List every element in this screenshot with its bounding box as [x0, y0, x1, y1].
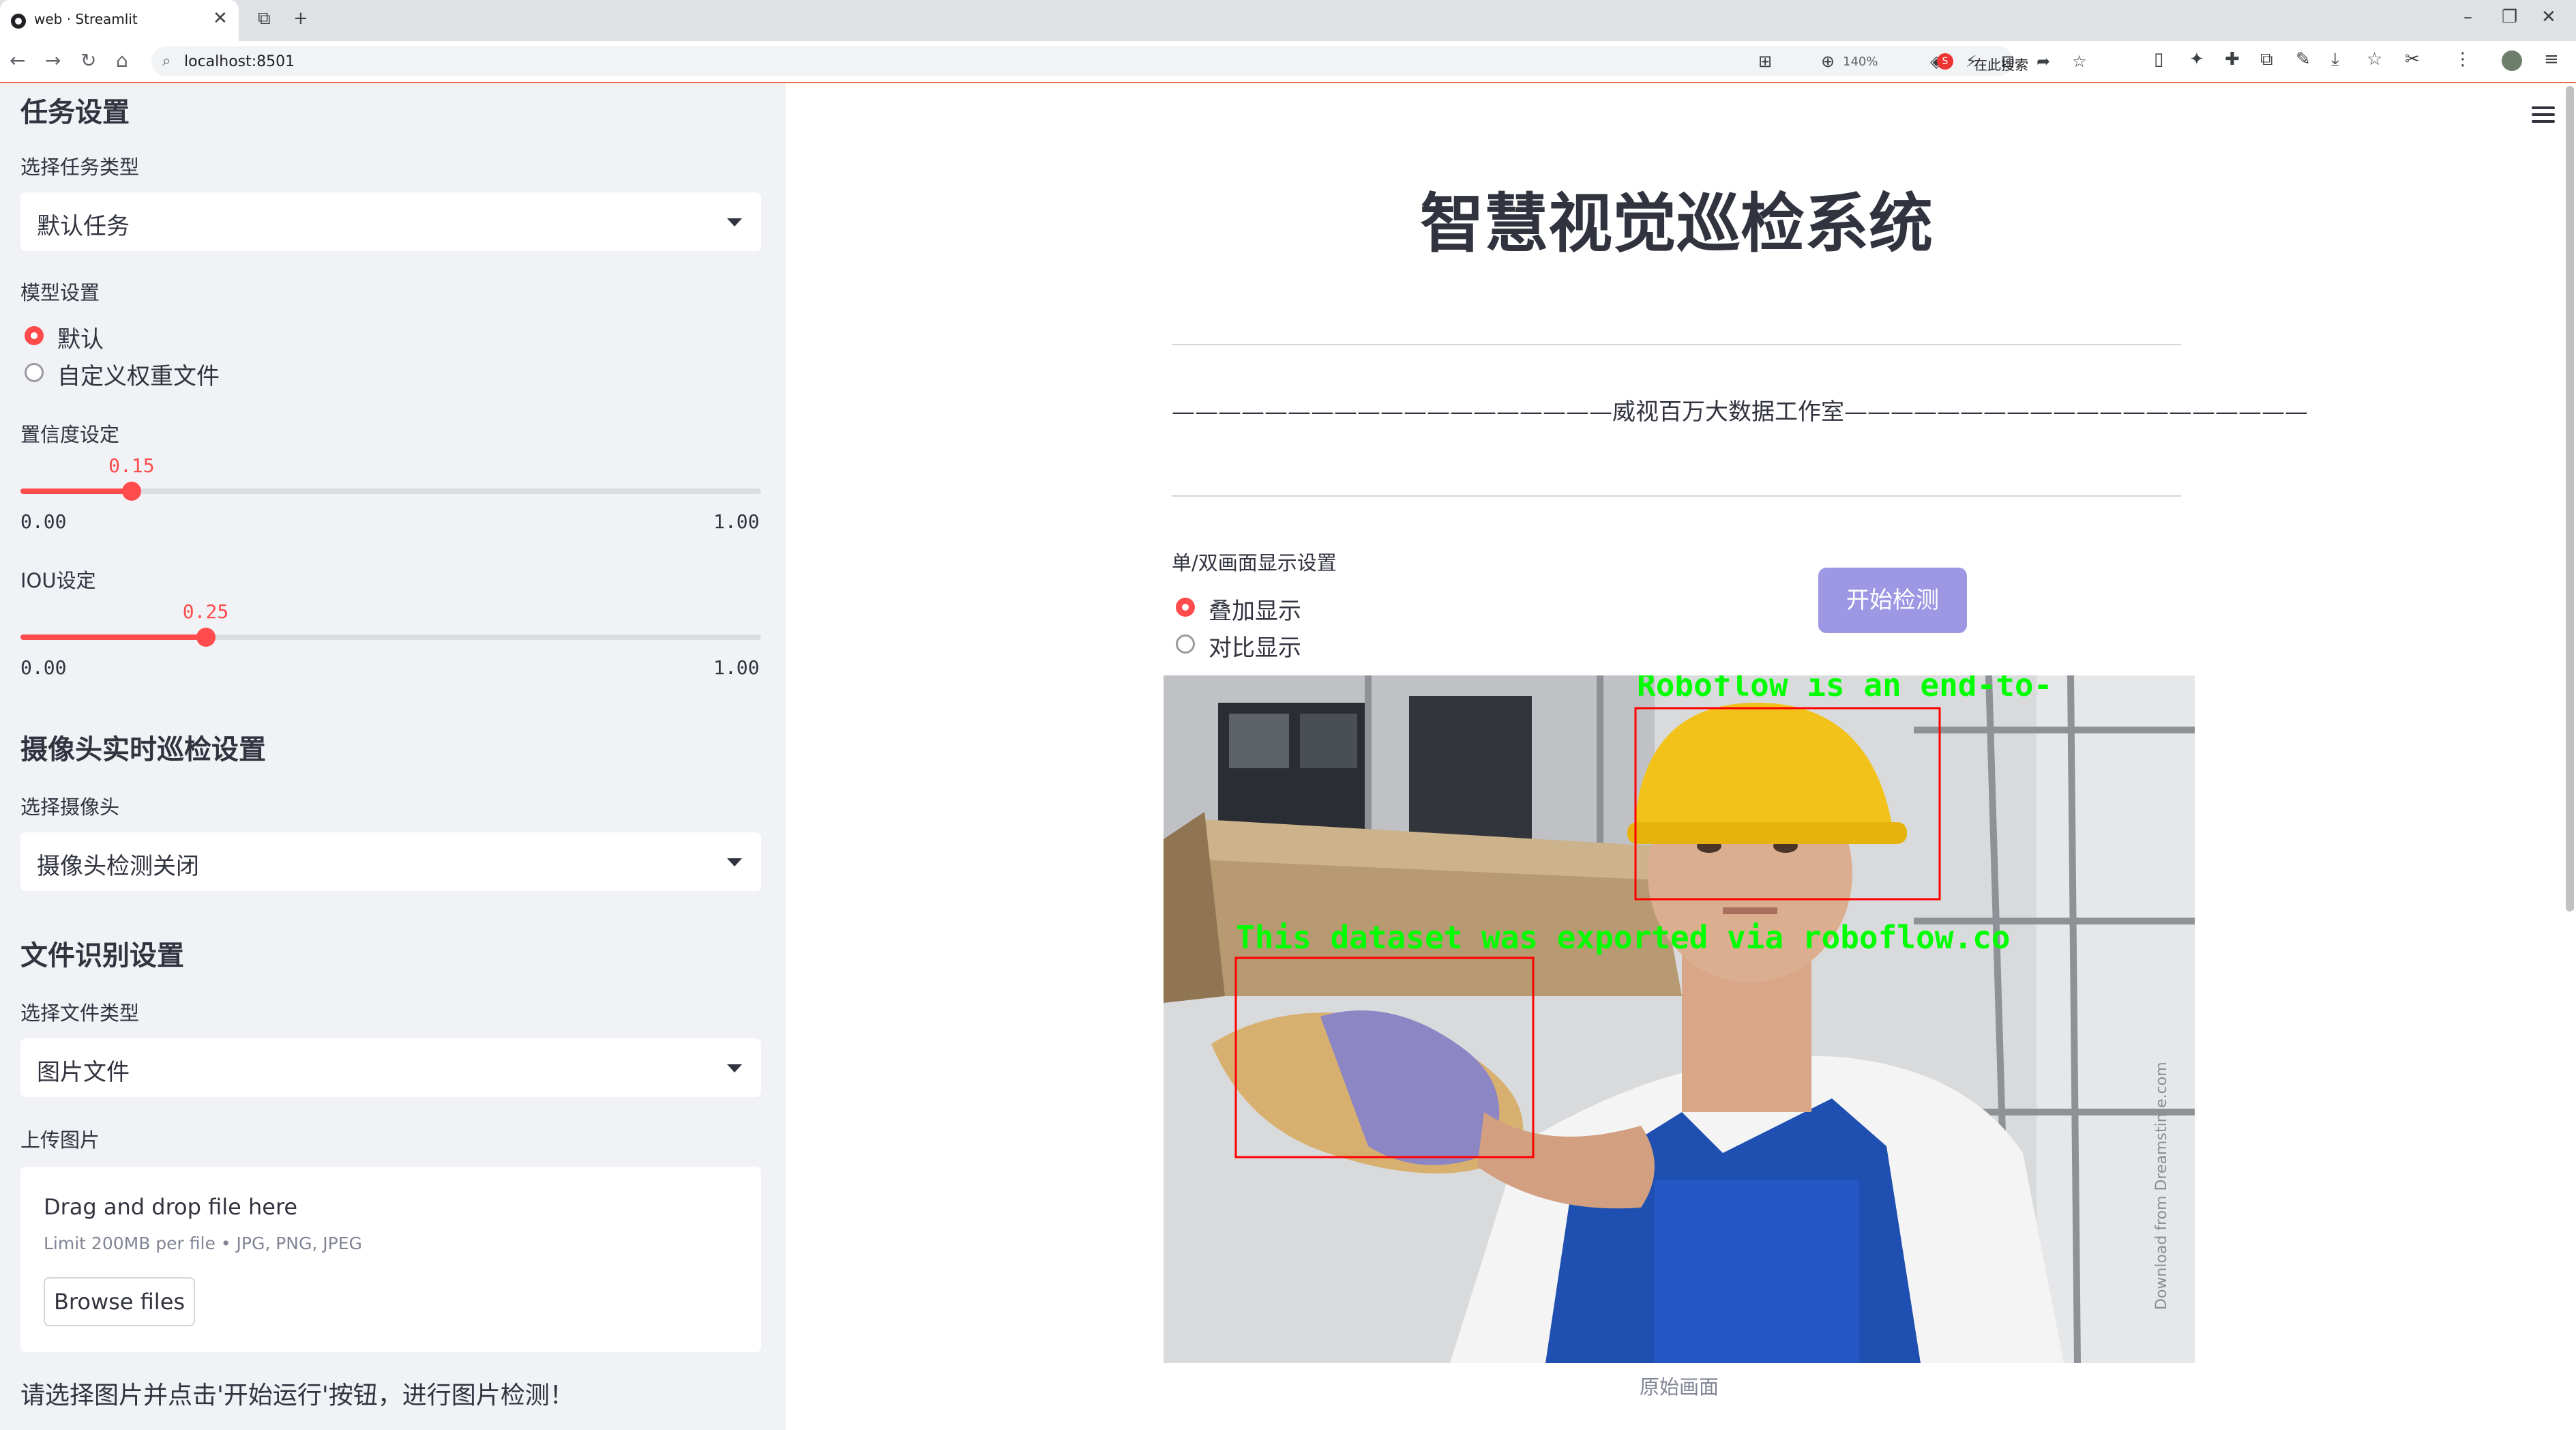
scrollbar[interactable] [2566, 86, 2574, 911]
detection-image: Roboflow is an end-to- This dataset was … [1164, 675, 2195, 1363]
file-type-select[interactable]: 图片文件 [20, 1038, 761, 1097]
translate-ext-icon[interactable]: ⧉ [2260, 49, 2273, 70]
iou-value: 0.25 [182, 600, 229, 623]
iou-slider-thumb[interactable] [196, 628, 216, 647]
file-settings-header: 文件识别设置 [20, 940, 184, 972]
side-watermark: Download from Dreamstime.com [2153, 1062, 2170, 1310]
radio-label-overlay[interactable]: 叠加显示 [1209, 592, 1301, 626]
confidence-slider[interactable] [20, 482, 761, 501]
divider-bottom [1172, 495, 2181, 497]
camera-value: 摄像头检测关闭 [37, 853, 199, 880]
iou-slider-fill [20, 634, 206, 640]
iou-label: IOU设定 [20, 569, 96, 592]
confidence-label: 置信度设定 [20, 423, 120, 446]
camera-label: 选择摄像头 [20, 796, 120, 819]
reload-icon[interactable]: ↻ [80, 49, 96, 72]
tab-title: web · Streamlit [34, 11, 138, 27]
chevron-down-icon [727, 1064, 742, 1072]
browser-menu-icon[interactable]: ≡ [2544, 49, 2559, 70]
radio-model-default[interactable] [25, 326, 44, 345]
confidence-value: 0.15 [108, 454, 155, 477]
reader-icon[interactable]: ▯ [2154, 49, 2163, 70]
radio-label-custom[interactable]: 自定义权重文件 [57, 358, 220, 391]
download-icon[interactable]: ⤓ [2331, 49, 2339, 70]
confidence-slider-thumb[interactable] [121, 482, 141, 501]
search-engine-icon: S [1937, 53, 1953, 70]
display-mode-label: 单/双画面显示设置 [1172, 551, 1337, 574]
drop-title: Drag and drop file here [44, 1194, 298, 1220]
file-type-label: 选择文件类型 [20, 1002, 140, 1025]
search-engine-box[interactable]: S 在此搜索 [1937, 46, 2101, 76]
tab-groups-icon[interactable]: ⧉ [258, 8, 271, 29]
divider-top [1172, 344, 2181, 345]
capture-icon[interactable]: ✎ [2296, 49, 2311, 70]
start-detection-button[interactable]: 开始检测 [1818, 568, 1967, 633]
extension-puzzle-icon[interactable]: ✚ [2225, 49, 2240, 70]
restore-icon[interactable]: ❐ [2502, 7, 2517, 27]
camera-select[interactable]: 摄像头检测关闭 [20, 832, 761, 891]
translate-icon[interactable]: ⊞ [1758, 52, 1772, 71]
radio-overlay-display[interactable] [1176, 598, 1195, 617]
browser-tabbar: web · Streamlit ✕ ⧉ + – ❐ ✕ [0, 0, 2576, 41]
minimize-icon[interactable]: – [2463, 7, 2472, 27]
back-icon[interactable]: ← [10, 49, 25, 72]
more-menu-icon[interactable]: ⋮ [2454, 49, 2472, 70]
task-settings-header: 任务设置 [20, 97, 130, 128]
overlay-line-1: Roboflow is an end-to- [1637, 675, 2052, 703]
radio-label-compare[interactable]: 对比显示 [1209, 629, 1301, 662]
app-menu-icon[interactable] [2532, 106, 2555, 126]
zoom-icon[interactable]: ⊕ [1821, 52, 1835, 71]
sidebar: 任务设置 选择任务类型 默认任务 模型设置 默认 自定义权重文件 置信度设定 0… [0, 83, 786, 1430]
chevron-down-icon [727, 858, 742, 866]
home-icon[interactable]: ⌂ [116, 49, 128, 72]
search-placeholder: 在此搜索 [1974, 57, 2028, 73]
iou-max: 1.00 [713, 656, 760, 679]
close-tab-icon[interactable]: ✕ [213, 8, 228, 29]
star-icon[interactable]: ☆ [2367, 49, 2382, 70]
studio-banner: ———————————————————威视百万大数据工作室———————————… [1172, 398, 2308, 426]
browser-toolbar: ← → ↻ ⌂ ⌕ localhost:8501 ⊕ 140% ⊞ ◈ ⚡ ⊡ … [0, 41, 2576, 83]
image-caption: 原始画面 [1639, 1375, 1719, 1399]
file-type-value: 图片文件 [37, 1059, 130, 1086]
radio-compare-display[interactable] [1176, 634, 1195, 654]
task-type-select[interactable]: 默认任务 [20, 192, 761, 251]
task-type-value: 默认任务 [37, 213, 130, 240]
task-type-label: 选择任务类型 [20, 156, 140, 179]
iou-min: 0.00 [20, 656, 67, 679]
profile-avatar[interactable] [2502, 50, 2522, 71]
radio-model-custom[interactable] [25, 363, 44, 382]
confidence-slider-fill [20, 488, 132, 494]
model-settings-label: 模型设置 [20, 281, 100, 304]
ai-assistant-icon[interactable]: ✦ [2189, 49, 2204, 70]
instruction-hint: 请选择图片并点击'开始运行'按钮，进行图片检测！ [20, 1382, 574, 1410]
browser-tab[interactable]: web · Streamlit ✕ [0, 0, 239, 41]
iou-slider[interactable] [20, 628, 761, 647]
zoom-level: 140% [1843, 55, 1878, 69]
upload-limit: Limit 200MB per file • JPG, PNG, JPEG [44, 1234, 362, 1253]
url-text[interactable]: localhost:8501 [184, 53, 295, 70]
address-bar[interactable]: ⌕ localhost:8501 ⊕ 140% ⊞ ◈ ⚡ ⊡ ➦ ☆ [151, 46, 2087, 76]
overlay-line-2: This dataset was exported via roboflow.c… [1236, 919, 2010, 956]
chevron-down-icon [727, 218, 742, 227]
upload-label: 上传图片 [20, 1128, 100, 1152]
forward-icon[interactable]: → [45, 49, 61, 72]
confidence-max: 1.00 [713, 510, 760, 533]
window-close-icon[interactable]: ✕ [2541, 7, 2556, 27]
detection-scene: Roboflow is an end-to- This dataset was … [1164, 675, 2195, 1363]
browse-files-button[interactable]: Browse files [44, 1277, 195, 1326]
cut-icon[interactable]: ✂ [2405, 49, 2420, 70]
confidence-min: 0.00 [20, 510, 67, 533]
new-tab-icon[interactable]: + [293, 8, 308, 29]
radio-label-default[interactable]: 默认 [57, 321, 104, 354]
site-info-icon[interactable]: ⌕ [162, 53, 171, 70]
camera-settings-header: 摄像头实时巡检设置 [20, 734, 266, 765]
streamlit-favicon-icon [11, 14, 26, 29]
file-uploader-dropzone[interactable]: Drag and drop file here Limit 200MB per … [20, 1167, 761, 1352]
page-title: 智慧视觉巡检系统 [1419, 187, 1933, 261]
